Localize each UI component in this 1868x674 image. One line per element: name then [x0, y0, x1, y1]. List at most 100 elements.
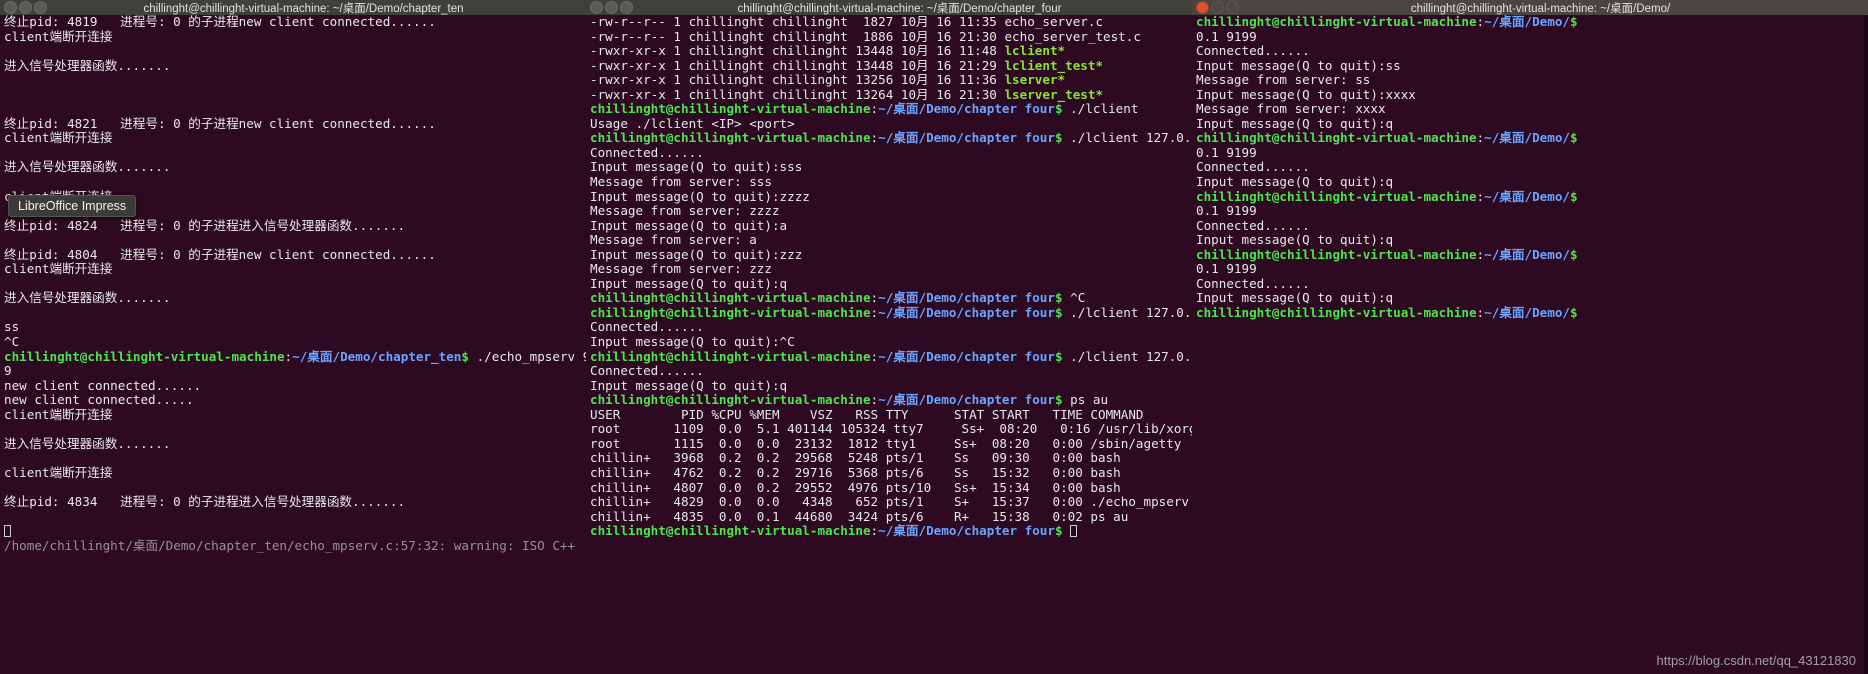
prompt-dollar: $	[1570, 14, 1578, 29]
ls-filename: lserver*	[1004, 72, 1066, 88]
titlebar-middle[interactable]: chillinght@chillinght-virtual-machine: ~…	[586, 0, 1192, 15]
prompt-colon: :	[1476, 130, 1485, 146]
window-controls-middle[interactable]	[586, 1, 633, 14]
terminal-line: Input message(Q to quit):q	[1196, 174, 1394, 190]
ls-filename: lclient_test*	[1004, 57, 1104, 73]
terminal-line: 9	[4, 363, 12, 379]
maximize-icon[interactable]	[1226, 1, 1239, 14]
launcher-tooltip: LibreOffice Impress	[8, 195, 137, 217]
terminal-line: Input message(Q to quit):sss	[590, 159, 803, 175]
prompt-colon: :	[870, 348, 879, 364]
watermark: https://blog.csdn.net/qq_43121830	[1656, 653, 1857, 668]
terminal-line: Connected......	[1196, 159, 1310, 175]
terminal-line: Message from server: zzz	[590, 261, 772, 277]
terminal-line: client端断开连接	[4, 28, 113, 44]
prompt-colon: :	[1476, 188, 1485, 204]
prompt-path: ~/桌面/Demo/	[1484, 246, 1570, 262]
cursor-block	[1070, 525, 1078, 538]
terminal-output-right[interactable]: chillinght@chillinght-virtual-machine:~/…	[1192, 14, 1868, 320]
ls-row: -rw-r--r-- 1 chillinght chillinght 1827 …	[590, 14, 1104, 29]
ps-row: chillin+ 4762 0.2 0.2 29716 5368 pts/6 S…	[590, 464, 1121, 480]
minimize-icon[interactable]	[19, 1, 32, 14]
maximize-icon[interactable]	[34, 1, 47, 14]
terminal-line: Connected......	[1196, 275, 1310, 291]
prompt-command: ps au	[1062, 392, 1109, 408]
terminal-line: Connected......	[1196, 217, 1310, 233]
minimize-icon[interactable]	[1211, 1, 1224, 14]
close-icon[interactable]	[4, 1, 17, 14]
terminal-line: Input message(Q to quit):xxxx	[1196, 86, 1416, 102]
terminal-window-middle[interactable]: chillinght@chillinght-virtual-machine: ~…	[586, 0, 1192, 674]
terminal-prompt-line: chillinght@chillinght-virtual-machine:~/…	[4, 349, 586, 365]
ps-row: chillin+ 3968 0.2 0.2 29568 5248 pts/1 S…	[590, 450, 1121, 466]
minimize-icon[interactable]	[605, 1, 618, 14]
terminal-line: new client connected......	[4, 377, 202, 393]
prompt-path: ~/桌面/Demo/chapter four	[878, 523, 1055, 539]
prompt-command: ./lclient 127.0.0.1 9199	[1070, 304, 1192, 320]
window-title-right: chillinght@chillinght-virtual-machine: ~…	[1410, 2, 1671, 15]
terminal-line: Input message(Q to quit):q	[1196, 290, 1394, 306]
terminal-line: Input message(Q to quit):q	[590, 377, 788, 393]
ls-filename: echo_server.c	[1004, 14, 1104, 29]
ls-row: -rw-r--r-- 1 chillinght chillinght 1886 …	[590, 28, 1141, 44]
prompt-path: ~/桌面/Demo/	[1484, 130, 1570, 146]
window-title-middle: chillinght@chillinght-virtual-machine: ~…	[737, 2, 1062, 15]
prompt-user-host: chillinght@chillinght-virtual-machine	[1196, 246, 1477, 262]
prompt-user-host: chillinght@chillinght-virtual-machine	[590, 392, 871, 408]
terminal-cursor-line	[4, 524, 586, 539]
prompt-dollar: $	[1054, 348, 1063, 364]
ps-row: root 1109 0.0 5.1 401144 105324 tty7 Ss+…	[590, 421, 1192, 437]
maximize-icon[interactable]	[620, 1, 633, 14]
scrollbar-right[interactable]	[1864, 15, 1868, 674]
terminal-line: 进入信号处理器函数.......	[4, 159, 171, 175]
prompt-dollar: $	[1054, 392, 1063, 408]
close-icon[interactable]	[1196, 1, 1209, 14]
terminal-prompt-line: chillinght@chillinght-virtual-machine:~/…	[590, 304, 1192, 321]
terminal-output-middle[interactable]: -rw-r--r-- 1 chillinght chillinght 1827 …	[586, 14, 1192, 539]
terminal-prompt-line: chillinght@chillinght-virtual-machine:~/…	[1196, 14, 1868, 30]
titlebar-left[interactable]: chillinght@chillinght-virtual-machine: ~…	[0, 0, 586, 15]
terminal-prompt-line: chillinght@chillinght-virtual-machine:~/…	[590, 523, 1192, 539]
prompt-colon: :	[870, 523, 879, 539]
prompt-colon: :	[1476, 246, 1485, 262]
terminal-line: Input message(Q to quit):q	[1196, 232, 1394, 248]
terminal-window-left[interactable]: chillinght@chillinght-virtual-machine: ~…	[0, 0, 586, 674]
prompt-path: ~/桌面/Demo/chapter four	[878, 392, 1055, 408]
titlebar-right[interactable]: chillinght@chillinght-virtual-machine: ~…	[1192, 0, 1868, 15]
terminal-line: Connected......	[590, 319, 704, 335]
prompt-command: ^C	[1062, 290, 1086, 306]
prompt-command: ./lclient 127.0.0.1 9199	[1070, 130, 1192, 146]
terminal-prompt-line: chillinght@chillinght-virtual-machine:~/…	[590, 291, 1192, 306]
prompt-dollar: $	[1054, 523, 1063, 539]
ls-filename: lclient*	[1004, 43, 1066, 59]
prompt-dollar: $	[1570, 130, 1578, 146]
ps-row: chillin+ 4807 0.0 0.2 29552 4976 pts/10 …	[590, 479, 1121, 495]
terminal-line: client端断开连接	[4, 130, 113, 146]
terminal-line: 终止pid: 4834 进程号: 0 的子进程进入信号处理器函数.......	[4, 494, 406, 510]
terminal-line: Input message(Q to quit):a	[590, 217, 788, 233]
prompt-command: ./lclient 127.0.0.1 9199	[1070, 348, 1192, 364]
terminal-line: 0.1 9199	[1196, 28, 1257, 44]
prompt-path: ~/桌面/Demo/	[1484, 304, 1570, 320]
terminal-window-right[interactable]: chillinght@chillinght-virtual-machine: ~…	[1192, 0, 1868, 674]
close-icon[interactable]	[590, 1, 603, 14]
terminal-output-left[interactable]: 终止pid: 4819 进程号: 0 的子进程new client connec…	[0, 14, 586, 553]
prompt-user-host: chillinght@chillinght-virtual-machine	[590, 348, 871, 364]
terminal-line: 0.1 9199	[1196, 261, 1257, 277]
terminal-line: 终止pid: 4819 进程号: 0 的子进程new client connec…	[4, 14, 436, 29]
ps-header: USER PID %CPU %MEM VSZ RSS TTY STAT STAR…	[590, 406, 1144, 422]
ps-row: root 1115 0.0 0.0 23132 1812 tty1 Ss+ 08…	[590, 435, 1182, 451]
prompt-path: ~/桌面/Demo/chapter four	[878, 348, 1055, 364]
window-controls-right[interactable]	[1192, 1, 1239, 14]
window-controls-left[interactable]	[0, 1, 47, 14]
ls-row: -rwxr-xr-x 1 chillinght chillinght 13448…	[590, 57, 1104, 73]
prompt-user-host: chillinght@chillinght-virtual-machine	[1196, 304, 1477, 320]
